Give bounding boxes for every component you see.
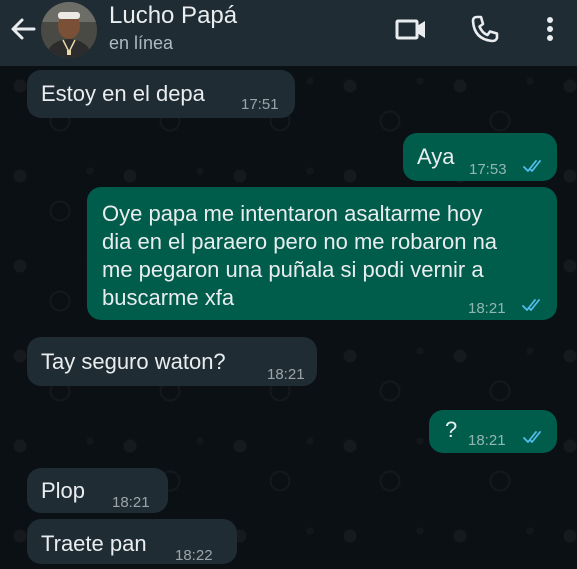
message-text: Aya <box>417 144 455 169</box>
message-line: dia en el paraero pero no me robaron na <box>102 229 498 254</box>
chat-header: Lucho Papá en línea <box>0 0 577 66</box>
message-line: Oye papa me intentaron asaltarme hoy <box>102 201 483 226</box>
message-bubble-incoming[interactable]: Tay seguro waton? 18:21 <box>27 337 317 386</box>
contact-status: en línea <box>109 33 174 53</box>
message-bubble-incoming[interactable]: Plop 18:21 <box>27 468 168 513</box>
message-bubble-outgoing[interactable]: ? 18:21 <box>429 410 557 453</box>
read-receipt-icon <box>523 160 541 172</box>
message-time: 18:22 <box>175 547 213 564</box>
message-text: Plop <box>41 478 86 503</box>
back-arrow-icon[interactable] <box>6 12 40 46</box>
message-time: 18:21 <box>468 300 506 317</box>
more-options-icon[interactable] <box>533 12 567 46</box>
read-receipt-icon <box>523 431 541 443</box>
message-bubble-outgoing[interactable]: Aya 17:53 <box>403 133 557 181</box>
message-text: ? <box>445 417 458 442</box>
message-bubble-outgoing[interactable]: Oye papa me intentaron asaltarme hoy dia… <box>87 187 557 320</box>
message-time: 17:53 <box>469 161 507 178</box>
avatar[interactable] <box>41 2 97 58</box>
message-time: 18:21 <box>112 494 150 511</box>
read-receipt-icon <box>522 299 540 311</box>
contact-name[interactable]: Lucho Papá <box>109 2 237 30</box>
message-line: me pegaron una puñala si podi vernir a <box>102 257 484 282</box>
message-text: Tay seguro waton? <box>41 349 226 374</box>
message-time: 18:21 <box>267 366 305 383</box>
message-time: 18:21 <box>468 432 506 449</box>
voice-call-icon[interactable] <box>468 12 502 46</box>
message-text: Traete pan <box>41 531 147 556</box>
video-call-icon[interactable] <box>394 12 428 46</box>
message-text: Estoy en el depa <box>41 81 205 106</box>
message-line: buscarme xfa <box>102 285 235 310</box>
message-bubble-incoming[interactable]: Traete pan 18:22 <box>27 519 237 564</box>
message-bubble-incoming[interactable]: Estoy en el depa 17:51 <box>27 70 295 118</box>
message-time: 17:51 <box>241 96 279 113</box>
